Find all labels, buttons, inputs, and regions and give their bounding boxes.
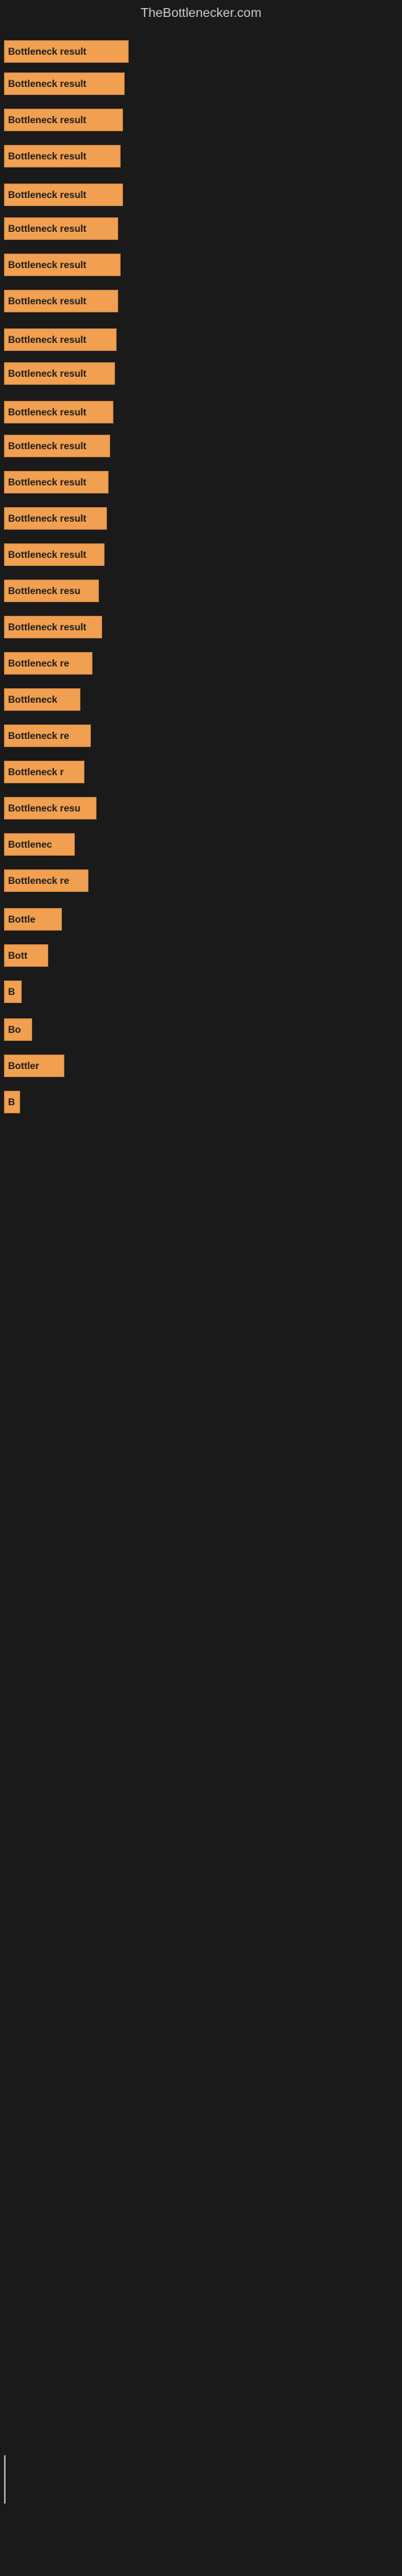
bar-label: Bottleneck [8,694,57,705]
bar-item: Bottleneck result [4,616,102,638]
bar-item: Bottleneck result [4,543,105,566]
bar-label: Bottleneck result [8,368,86,379]
bar-item: Bottleneck result [4,109,123,131]
bar-item: Bottleneck [4,688,80,711]
bar-item: Bottleneck re [4,869,88,892]
bar-item: Bottle [4,908,62,931]
bar-item: Bottleneck result [4,145,121,167]
bar-label: Bottler [8,1060,39,1071]
bar-label: Bottleneck resu [8,585,80,597]
bar-item: Bottleneck result [4,72,125,95]
bar-item: Bottleneck result [4,290,118,312]
bar-item: Bottleneck result [4,507,107,530]
bar-item: Bottleneck result [4,40,129,63]
bar-label: B [8,986,15,997]
site-title: TheBottlenecker.com [0,0,402,24]
bar-label: Bottleneck result [8,334,86,345]
bar-label: Bottleneck result [8,477,86,488]
bar-label: Bottleneck result [8,189,86,200]
bar-item: Bottleneck r [4,761,84,783]
y-axis [4,2455,6,2504]
bar-item: Bottlenec [4,833,75,856]
bar-item: Bottleneck re [4,652,92,675]
bar-label: Bottleneck result [8,295,86,307]
bar-item: Bottleneck result [4,184,123,206]
chart-area: Bottleneck result Bottleneck result Bottle… [0,24,402,2520]
bar-item: Bottler [4,1055,64,1077]
bar-label: Bottleneck result [8,513,86,524]
bar-label: Bo [8,1024,21,1035]
bar-item: Bottleneck resu [4,797,96,819]
bar-label: Bottleneck result [8,151,86,162]
bar-label: Bottleneck result [8,621,86,633]
bar-label: Bottle [8,914,35,925]
bar-label: Bottleneck re [8,730,69,741]
bar-item: Bottleneck result [4,435,110,457]
bar-label: B [8,1096,15,1108]
bar-label: Bottleneck re [8,658,69,669]
bar-item: Bo [4,1018,32,1041]
bar-label: Bottlenec [8,839,52,850]
bar-item: Bottleneck re [4,724,91,747]
bar-label: Bottleneck resu [8,803,80,814]
bar-label: Bottleneck r [8,766,64,778]
bar-label: Bottleneck result [8,46,86,57]
bar-label: Bottleneck result [8,78,86,89]
bar-item: Bottleneck result [4,362,115,385]
bar-label: Bottleneck result [8,549,86,560]
bar-item: Bottleneck result [4,254,121,276]
bar-item: Bottleneck resu [4,580,99,602]
bar-label: Bottleneck re [8,875,69,886]
bar-label: Bottleneck result [8,223,86,234]
bar-item: Bottleneck result [4,328,117,351]
bar-item: Bottleneck result [4,217,118,240]
bar-item: Bott [4,944,48,967]
bar-label: Bottleneck result [8,440,86,452]
bar-label: Bottleneck result [8,407,86,418]
bar-label: Bottleneck result [8,259,86,270]
bar-item: B [4,980,22,1003]
bar-label: Bott [8,950,27,961]
bar-label: Bottleneck result [8,114,86,126]
bar-item: Bottleneck result [4,471,109,493]
bar-item: Bottleneck result [4,401,113,423]
bar-item: B [4,1091,20,1113]
